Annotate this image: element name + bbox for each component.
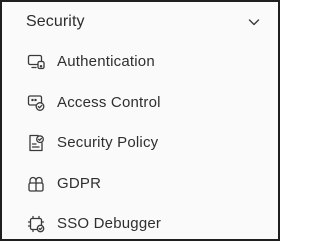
chevron-down-icon[interactable] [246, 14, 262, 30]
menu-item-access-control[interactable]: Access Control [2, 83, 278, 124]
security-menu: Authentication Access Control Security P… [2, 42, 278, 241]
menu-item-gdpr[interactable]: GDPR [2, 164, 278, 205]
menu-item-authentication[interactable]: Authentication [2, 42, 278, 83]
menu-item-label: GDPR [57, 174, 102, 192]
security-nav-panel: Security Authentication Access Control S… [0, 0, 280, 241]
access-control-icon [26, 93, 46, 113]
gdpr-icon [26, 174, 46, 194]
sso-debugger-icon [26, 214, 46, 234]
menu-item-label: Authentication [57, 53, 155, 70]
menu-item-label: Access Control [57, 93, 161, 111]
auth-device-icon [26, 52, 46, 72]
menu-item-label: SSO Debugger [57, 215, 162, 232]
security-section-header[interactable]: Security [2, 2, 278, 42]
security-policy-icon [26, 133, 46, 153]
section-title: Security [26, 13, 85, 30]
menu-item-security-policy[interactable]: Security Policy [2, 123, 278, 164]
menu-item-label: Security Policy [57, 134, 159, 151]
menu-item-sso-debugger[interactable]: SSO Debugger [2, 204, 278, 241]
